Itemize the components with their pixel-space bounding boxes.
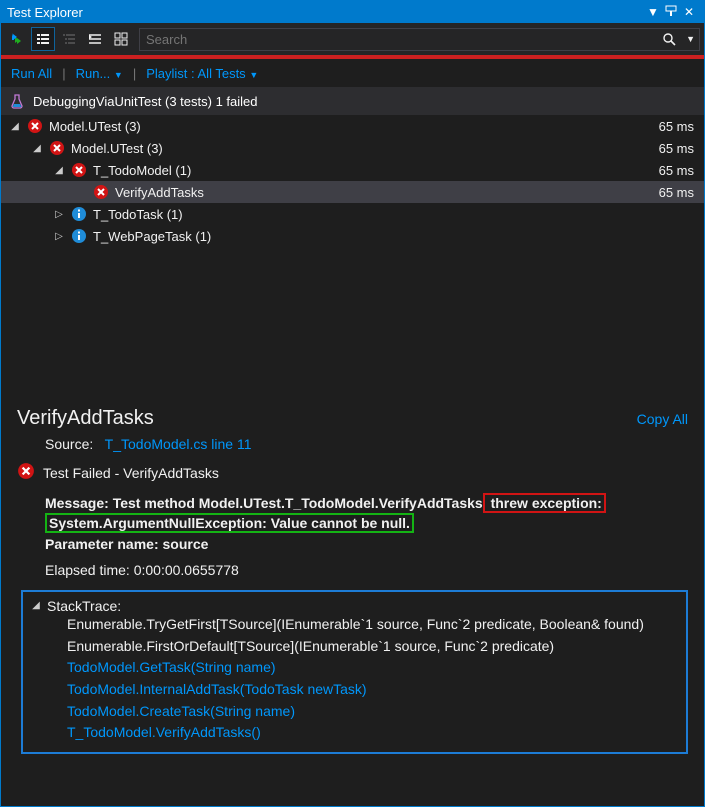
test-label: VerifyAddTasks (115, 185, 204, 200)
test-label: Model.UTest (3) (49, 119, 141, 134)
stack-expander[interactable] (31, 600, 41, 611)
fail-icon (27, 118, 43, 134)
test-time: 65 ms (644, 141, 694, 156)
window-title: Test Explorer (7, 5, 644, 20)
test-label: T_WebPageTask (1) (93, 229, 211, 244)
test-time: 65 ms (644, 163, 694, 178)
stack-frame: Enumerable.FirstOrDefault[TSource](IEnum… (67, 636, 678, 658)
search-icon[interactable] (658, 32, 682, 46)
test-tree-row[interactable]: T_TodoTask (1) (1, 203, 704, 225)
search-input[interactable] (140, 32, 658, 47)
window-dropdown-icon[interactable]: ▼ (644, 5, 662, 19)
tree-expander[interactable] (9, 121, 21, 132)
tree-expander[interactable] (53, 165, 65, 176)
test-tree-row[interactable]: Model.UTest (3) 65 ms (1, 137, 704, 159)
run-link[interactable]: Run... ▼ (76, 66, 123, 81)
failure-message: Message: Test method Model.UTest.T_TodoM… (17, 493, 688, 554)
test-tree-row[interactable]: T_TodoModel (1) 65 ms (1, 159, 704, 181)
fail-icon (49, 140, 65, 156)
playlist-link[interactable]: Playlist : All Tests ▼ (146, 66, 258, 81)
fail-icon (93, 184, 109, 200)
copy-all-link[interactable]: Copy All (637, 411, 688, 427)
source-link[interactable]: T_TodoModel.cs line 11 (105, 436, 252, 452)
summary-bar: DebuggingViaUnitTest (3 tests) 1 failed (1, 87, 704, 115)
search-dropdown-icon[interactable]: ▼ (682, 34, 699, 44)
test-label: T_TodoModel (1) (93, 163, 191, 178)
commands-bar: Run All | Run... ▼ | Playlist : All Test… (1, 59, 704, 87)
stack-frame[interactable]: T_TodoModel.VerifyAddTasks() (67, 722, 678, 744)
toolbar: ▼ (1, 23, 704, 55)
stack-frame[interactable]: TodoModel.GetTask(String name) (67, 657, 678, 679)
fail-icon (17, 462, 35, 483)
group-by-button[interactable] (57, 27, 81, 51)
auto-hide-icon[interactable] (662, 5, 680, 20)
search-box[interactable]: ▼ (139, 28, 700, 51)
tree-expander[interactable] (53, 231, 65, 242)
fail-icon (71, 162, 87, 178)
settings-toolbar-button[interactable] (109, 27, 133, 51)
test-tree-row[interactable]: Model.UTest (3) 65 ms (1, 115, 704, 137)
tree-expander[interactable] (53, 209, 65, 220)
elapsed-time: Elapsed time: 0:00:00.0655778 (17, 554, 688, 586)
info-icon (71, 206, 87, 222)
details-title: VerifyAddTasks (17, 407, 154, 430)
test-label: Model.UTest (3) (71, 141, 163, 156)
test-label: T_TodoTask (1) (93, 207, 183, 222)
title-bar: Test Explorer ▼ ✕ (1, 1, 704, 23)
run-tests-button[interactable] (5, 27, 29, 51)
test-details-pane: VerifyAddTasks Copy All Source: T_TodoMo… (1, 395, 704, 762)
stack-trace-label: StackTrace: (47, 598, 121, 614)
flask-icon (9, 93, 25, 109)
separator: | (62, 66, 65, 81)
test-tree-row[interactable]: VerifyAddTasks 65 ms (1, 181, 704, 203)
separator: | (133, 66, 136, 81)
fail-caption: Test Failed - VerifyAddTasks (43, 465, 219, 481)
stack-frame[interactable]: TodoModel.InternalAddTask(TodoTask newTa… (67, 679, 678, 701)
run-all-link[interactable]: Run All (11, 66, 52, 81)
summary-text: DebuggingViaUnitTest (3 tests) 1 failed (33, 94, 258, 109)
playlist-toolbar-button[interactable] (83, 27, 107, 51)
close-icon[interactable]: ✕ (680, 5, 698, 19)
info-icon (71, 228, 87, 244)
show-test-hierarchy-button[interactable] (31, 27, 55, 51)
test-tree[interactable]: Model.UTest (3) 65 ms Model.UTest (3) 65 ms… (1, 115, 704, 395)
stack-frame: Enumerable.TryGetFirst[TSource](IEnumera… (67, 614, 678, 636)
stack-trace-block: StackTrace: Enumerable.TryGetFirst[TSour… (21, 590, 688, 754)
source-label: Source: (45, 436, 93, 452)
stack-frame[interactable]: TodoModel.CreateTask(String name) (67, 701, 678, 723)
test-time: 65 ms (644, 119, 694, 134)
tree-expander[interactable] (31, 143, 43, 154)
test-tree-row[interactable]: T_WebPageTask (1) (1, 225, 704, 247)
test-time: 65 ms (644, 185, 694, 200)
